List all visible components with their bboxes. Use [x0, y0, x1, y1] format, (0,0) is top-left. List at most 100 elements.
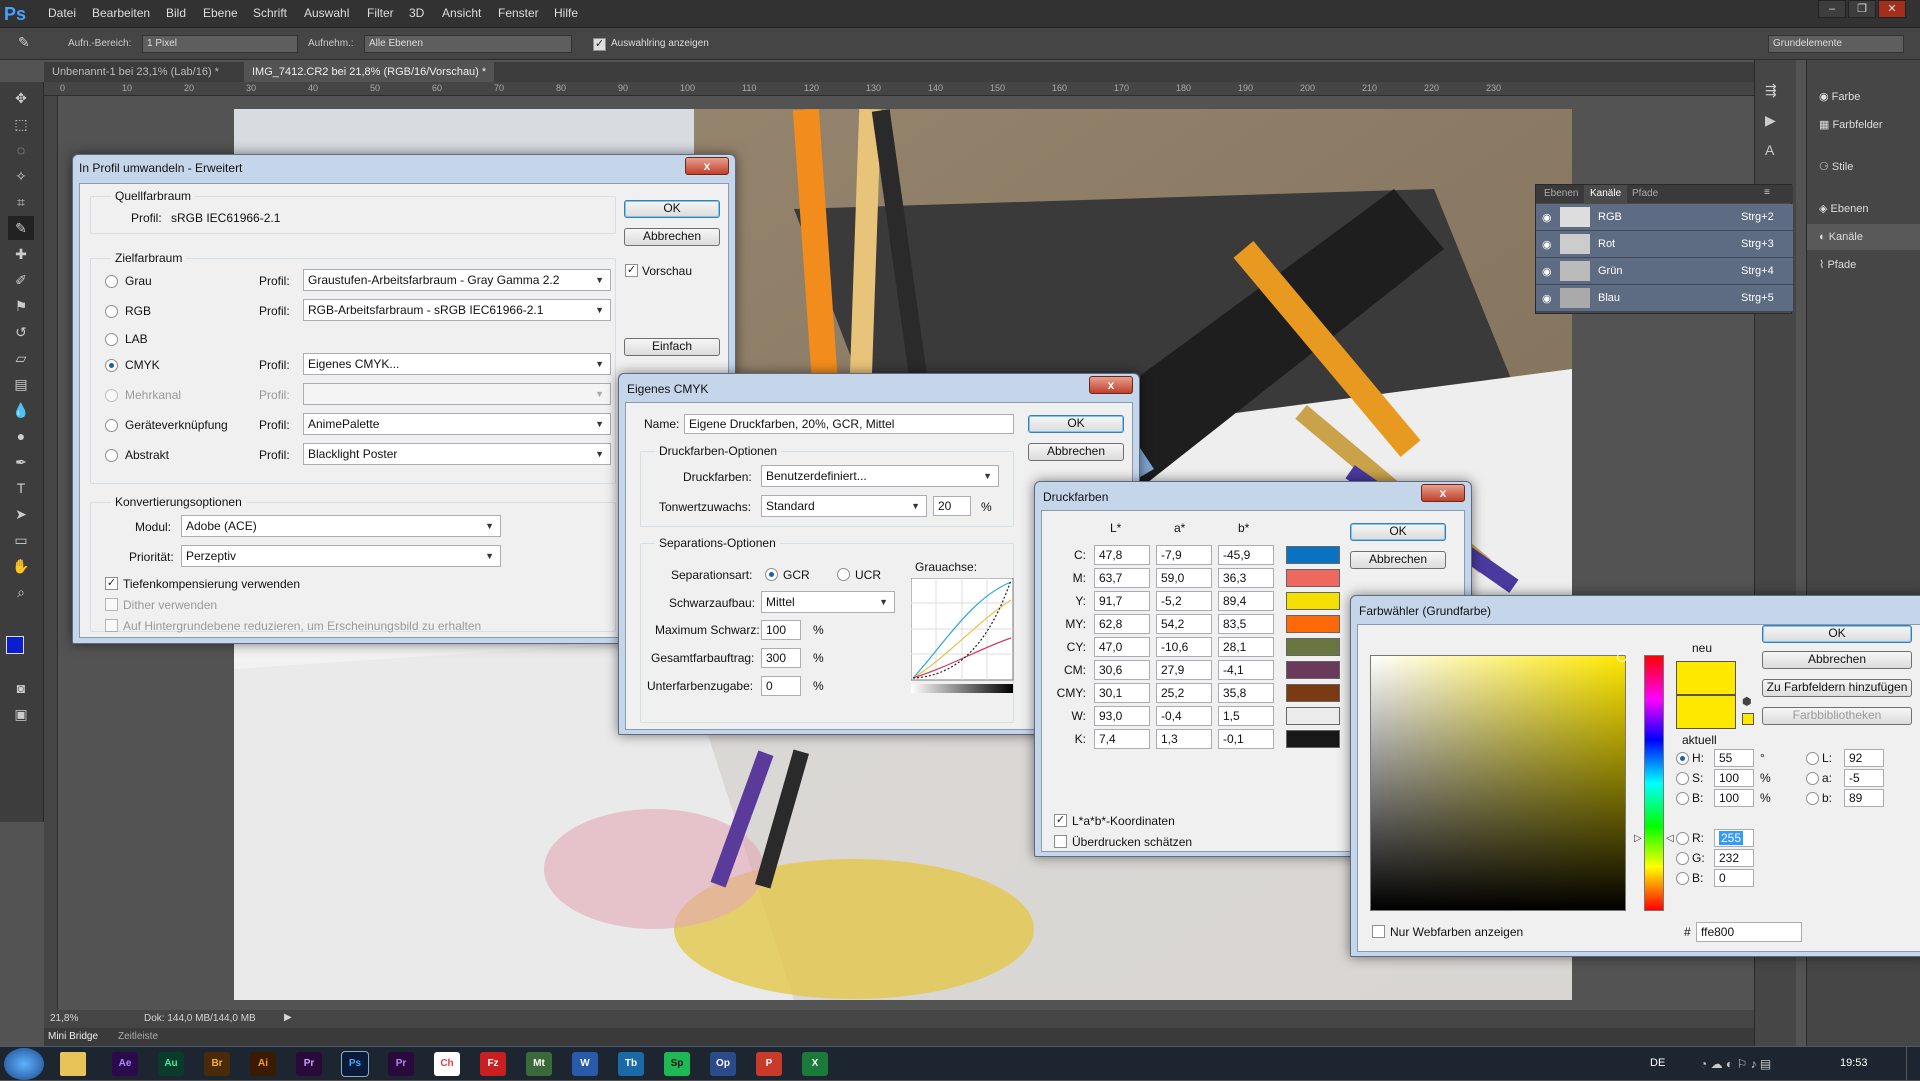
- panel-stile[interactable]: ⚆ Stile: [1819, 154, 1853, 180]
- tab-mini-bridge[interactable]: Mini Bridge: [48, 1031, 98, 1042]
- rgb-radio[interactable]: [1676, 832, 1689, 845]
- color-libraries-button[interactable]: Farbbibliotheken: [1762, 707, 1912, 725]
- ink-color-swatch[interactable]: [1286, 546, 1340, 564]
- actions-icon[interactable]: ▶: [1765, 112, 1776, 129]
- hsb-input[interactable]: 100: [1714, 789, 1754, 807]
- max-black-input[interactable]: 100: [761, 620, 801, 640]
- quick-select-tool-icon[interactable]: ✧: [8, 164, 34, 188]
- panel-kanaele[interactable]: ◐ Kanäle: [1807, 224, 1920, 250]
- zoom-level[interactable]: 21,8%: [50, 1013, 78, 1024]
- move-tool-icon[interactable]: ✥: [8, 86, 34, 110]
- ink-l-input[interactable]: 30,6: [1094, 660, 1150, 680]
- ink-l-input[interactable]: 62,8: [1094, 614, 1150, 634]
- explorer-icon[interactable]: [60, 1052, 86, 1076]
- menu-filter[interactable]: Filter: [367, 6, 394, 20]
- web-only-checkbox[interactable]: [1372, 925, 1385, 938]
- panel-pfade[interactable]: ⌇ Pfade: [1819, 252, 1856, 278]
- ink-b-input[interactable]: 83,5: [1218, 614, 1274, 634]
- overprint-checkbox[interactable]: [1054, 835, 1067, 848]
- tab-ebenen[interactable]: Ebenen: [1544, 188, 1578, 199]
- eye-icon[interactable]: ◉: [1542, 211, 1552, 224]
- color-field-marker[interactable]: [1617, 652, 1627, 662]
- taskbar-app-icon[interactable]: P: [756, 1052, 782, 1076]
- tab-zeitleiste[interactable]: Zeitleiste: [118, 1031, 158, 1042]
- menu-hilfe[interactable]: Hilfe: [554, 6, 578, 20]
- ink-l-input[interactable]: 47,0: [1094, 637, 1150, 657]
- taskbar-app-icon[interactable]: Op: [710, 1052, 736, 1076]
- gcr-radio[interactable]: [765, 568, 778, 581]
- dither-checkbox[interactable]: [105, 598, 118, 611]
- show-desktop-button[interactable]: [1906, 1047, 1920, 1081]
- ink-l-input[interactable]: 30,1: [1094, 683, 1150, 703]
- show-ring-checkbox[interactable]: ✓: [593, 38, 606, 51]
- taskbar-app-icon[interactable]: Pr: [388, 1052, 414, 1076]
- eye-icon[interactable]: ◉: [1542, 265, 1552, 278]
- radio-abstrakt[interactable]: [105, 449, 118, 462]
- ink-color-swatch[interactable]: [1286, 638, 1340, 656]
- status-menu-arrow-icon[interactable]: ▶: [284, 1012, 292, 1023]
- flatten-checkbox[interactable]: [105, 619, 118, 632]
- history-icon[interactable]: ⇶: [1765, 82, 1777, 99]
- hsb-radio[interactable]: [1676, 752, 1689, 765]
- simple-button[interactable]: Einfach: [624, 338, 720, 356]
- taskbar-app-icon[interactable]: Mt: [526, 1052, 552, 1076]
- marquee-tool-icon[interactable]: ⬚: [8, 112, 34, 136]
- ink-color-swatch[interactable]: [1286, 684, 1340, 702]
- ink-color-swatch[interactable]: [1286, 730, 1340, 748]
- screen-mode-icon[interactable]: ▣: [8, 702, 34, 726]
- lab-input[interactable]: -5: [1844, 769, 1884, 787]
- ink-b-input[interactable]: 36,3: [1218, 568, 1274, 588]
- priority-select[interactable]: Perzeptiv ▼: [181, 545, 501, 567]
- eraser-tool-icon[interactable]: ▱: [8, 346, 34, 370]
- radio-mehrkanal[interactable]: [105, 389, 118, 402]
- ink-l-input[interactable]: 93,0: [1094, 706, 1150, 726]
- menu-ebene[interactable]: Ebene: [203, 6, 238, 20]
- start-button-icon[interactable]: [4, 1048, 44, 1080]
- menu-bearbeiten[interactable]: Bearbeiten: [92, 6, 150, 20]
- ok-button[interactable]: OK: [1350, 523, 1446, 541]
- ink-a-input[interactable]: 25,2: [1156, 683, 1212, 703]
- ink-a-input[interactable]: -10,6: [1156, 637, 1212, 657]
- rgb-input[interactable]: 255: [1714, 829, 1754, 847]
- taskbar-app-icon[interactable]: Au: [158, 1052, 184, 1076]
- ok-button[interactable]: OK: [1762, 625, 1912, 643]
- tab-kanaele[interactable]: Kanäle: [1584, 185, 1628, 203]
- ink-a-input[interactable]: -0,4: [1156, 706, 1212, 726]
- tab-document-1[interactable]: Unbenannt-1 bei 23,1% (Lab/16) *: [44, 62, 227, 82]
- ink-b-input[interactable]: 1,5: [1218, 706, 1274, 726]
- menu-auswahl[interactable]: Auswahl: [304, 6, 349, 20]
- stamp-tool-icon[interactable]: ⚑: [8, 294, 34, 318]
- ok-button[interactable]: OK: [624, 200, 720, 218]
- rgb-input[interactable]: 232: [1714, 849, 1754, 867]
- menu-bild[interactable]: Bild: [166, 6, 186, 20]
- web-safe-swatch[interactable]: [1742, 713, 1754, 725]
- ink-a-input[interactable]: 59,0: [1156, 568, 1212, 588]
- rgb-input[interactable]: 0: [1714, 869, 1754, 887]
- profile-select-rgb[interactable]: RGB-Arbeitsfarbraum - sRGB IEC61966-2.1 ▼: [303, 299, 611, 321]
- type-tool-icon[interactable]: T: [8, 476, 34, 500]
- brush-tool-icon[interactable]: ✐: [8, 268, 34, 292]
- workspace-select[interactable]: Grundelemente: [1768, 35, 1904, 53]
- menu-ansicht[interactable]: Ansicht: [442, 6, 481, 20]
- taskbar-app-icon[interactable]: Ch: [434, 1052, 460, 1076]
- ink-color-swatch[interactable]: [1286, 661, 1340, 679]
- close-button[interactable]: ✕: [1878, 0, 1906, 18]
- ink-b-input[interactable]: 28,1: [1218, 637, 1274, 657]
- close-icon[interactable]: x: [1421, 484, 1465, 502]
- radio-lab[interactable]: [105, 333, 118, 346]
- eye-icon[interactable]: ◉: [1542, 292, 1552, 305]
- taskbar-app-icon[interactable]: Fz: [480, 1052, 506, 1076]
- channel-row-rgb[interactable]: ◉ RGB Strg+2: [1536, 204, 1793, 231]
- taskbar-app-icon[interactable]: Pr: [296, 1052, 322, 1076]
- profile-select-mehrkanal[interactable]: ▼: [303, 383, 611, 405]
- black-gen-select[interactable]: Mittel ▼: [761, 591, 895, 613]
- ink-a-input[interactable]: 54,2: [1156, 614, 1212, 634]
- shape-tool-icon[interactable]: ▭: [8, 528, 34, 552]
- dot-gain-input[interactable]: 20: [933, 496, 971, 516]
- language-indicator[interactable]: DE: [1650, 1057, 1665, 1069]
- channel-row-blau[interactable]: ◉ Blau Strg+5: [1536, 285, 1793, 312]
- cancel-button[interactable]: Abbrechen: [1028, 443, 1124, 461]
- taskbar-app-icon[interactable]: Sp: [664, 1052, 690, 1076]
- lasso-tool-icon[interactable]: ◌: [8, 138, 34, 162]
- taskbar-app-icon[interactable]: Ai: [250, 1052, 276, 1076]
